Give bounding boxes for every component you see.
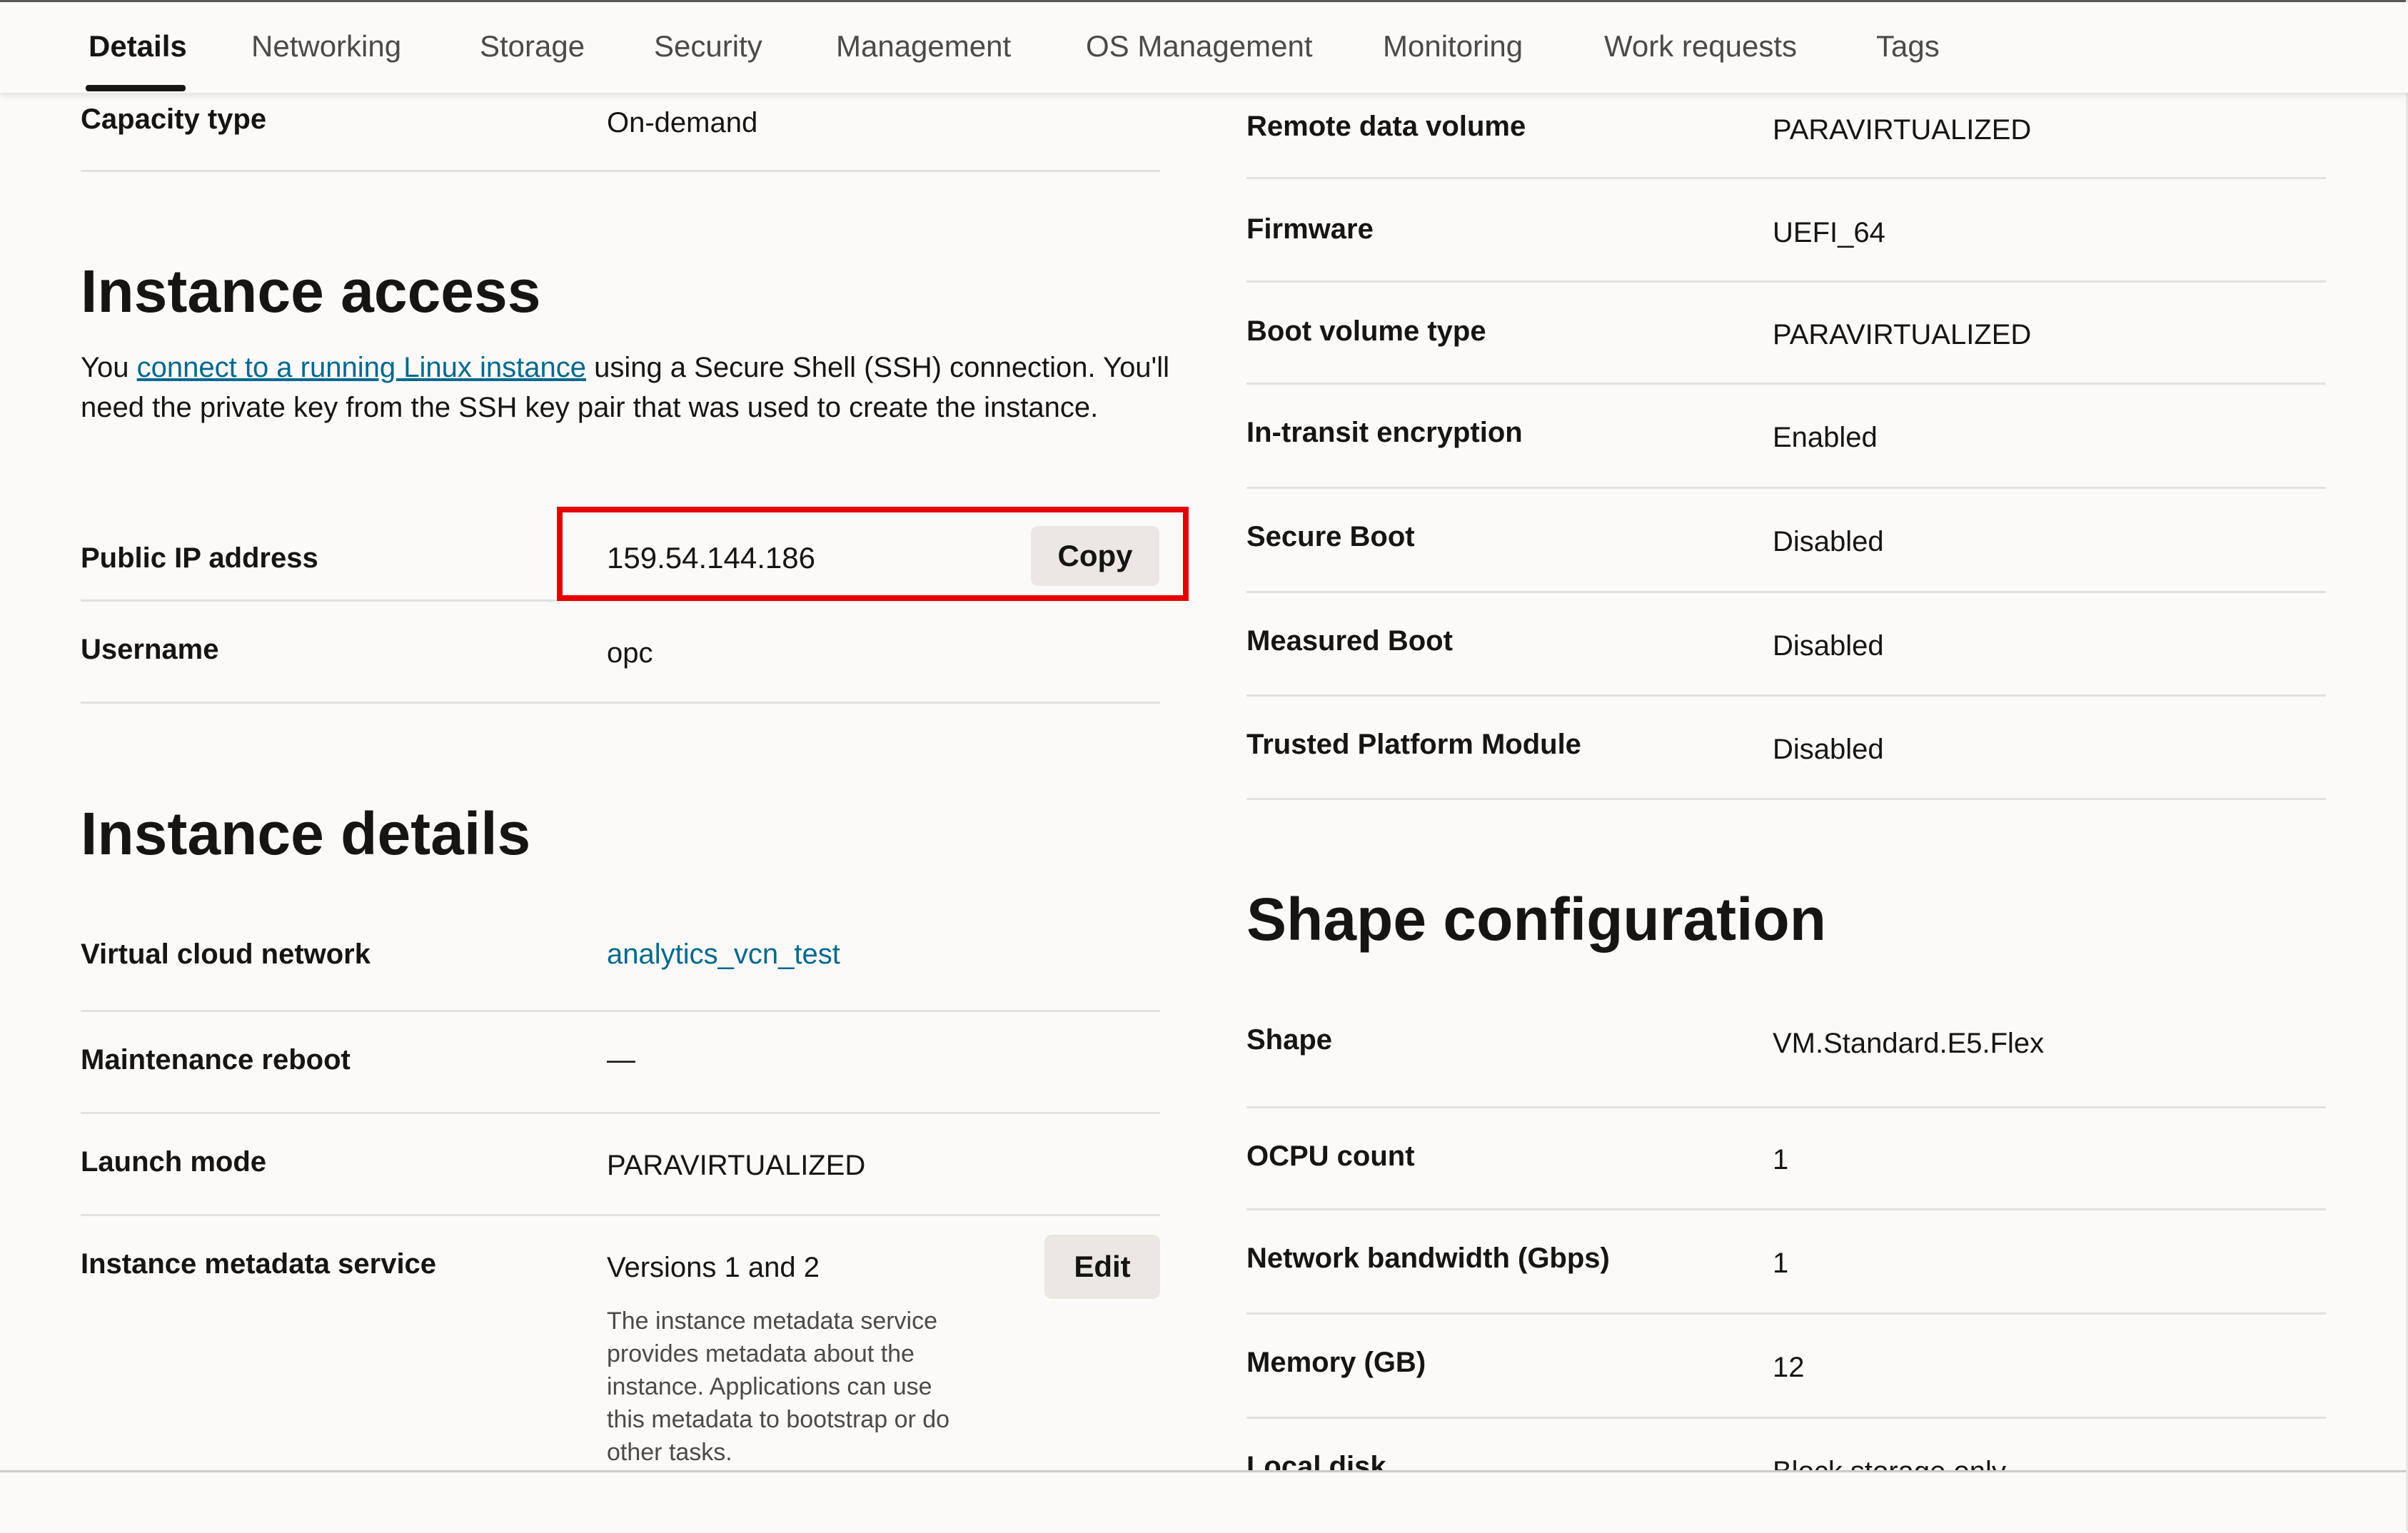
username-row: Username opc [81, 602, 1160, 704]
tab-management[interactable]: Management [836, 29, 1011, 64]
tab-security[interactable]: Security [654, 29, 762, 64]
public-ip-label: Public IP address [81, 542, 318, 574]
tab-storage[interactable]: Storage [480, 29, 585, 64]
launch-mode-row: Launch mode PARAVIRTUALIZED [81, 1114, 1160, 1216]
instance-access-description: You connect to a running Linux instance … [81, 348, 1180, 427]
remote-data-volume-row: Remote data volume PARAVIRTUALIZED [1246, 93, 2326, 179]
metadata-service-value: Versions 1 and 2 [607, 1252, 820, 1283]
boot-volume-type-value: PARAVIRTUALIZED [1773, 319, 2032, 350]
maintenance-reboot-value: — [607, 1044, 635, 1076]
active-tab-indicator [86, 85, 186, 91]
tab-details[interactable]: Details [89, 29, 187, 64]
network-bandwidth-row: Network bandwidth (Gbps) 1 [1246, 1210, 2326, 1315]
firmware-value: UEFI_64 [1773, 217, 1885, 248]
measured-boot-value: Disabled [1773, 630, 1884, 662]
memory-value: 12 [1773, 1352, 1805, 1383]
remote-data-volume-label: Remote data volume [1246, 111, 1526, 142]
edit-metadata-service-button[interactable]: Edit [1044, 1235, 1160, 1299]
launch-mode-value: PARAVIRTUALIZED [607, 1150, 866, 1181]
capacity-type-row: Capacity type On-demand [81, 93, 1160, 172]
memory-row: Memory (GB) 12 [1246, 1315, 2326, 1419]
tab-bar: Details Networking Storage Security Mana… [0, 2, 2408, 93]
copy-ip-button[interactable]: Copy [1031, 526, 1159, 586]
ocpu-count-label: OCPU count [1246, 1140, 1415, 1172]
measured-boot-row: Measured Boot Disabled [1246, 593, 2326, 697]
maintenance-reboot-row: Maintenance reboot — [81, 1012, 1160, 1114]
firmware-label: Firmware [1246, 213, 1374, 245]
remote-data-volume-value: PARAVIRTUALIZED [1773, 114, 2032, 146]
measured-boot-label: Measured Boot [1246, 625, 1453, 657]
metadata-service-label: Instance metadata service [81, 1248, 437, 1280]
in-transit-encryption-row: In-transit encryption Enabled [1246, 385, 2326, 489]
tab-tags[interactable]: Tags [1876, 29, 1940, 64]
memory-label: Memory (GB) [1246, 1347, 1426, 1378]
instance-details-heading: Instance details [81, 800, 531, 867]
local-disk-row: Local disk Block storage only [1246, 1419, 2326, 1470]
network-bandwidth-value: 1 [1773, 1248, 1789, 1279]
tab-work-requests[interactable]: Work requests [1604, 29, 1797, 64]
details-content: Capacity type On-demand Instance access … [0, 93, 2408, 1470]
tab-os-management[interactable]: OS Management [1086, 29, 1313, 64]
secure-boot-row: Secure Boot Disabled [1246, 489, 2326, 593]
trusted-platform-module-label: Trusted Platform Module [1246, 729, 1581, 760]
ocpu-count-value: 1 [1773, 1144, 1789, 1175]
metadata-service-description: The instance metadata service provides m… [607, 1307, 950, 1466]
ocpu-count-row: OCPU count 1 [1246, 1108, 2326, 1210]
instance-access-heading: Instance access [81, 258, 541, 325]
footer-bar [0, 1470, 2408, 1533]
vcn-link[interactable]: analytics_vcn_test [607, 938, 840, 971]
in-transit-encryption-label: In-transit encryption [1246, 417, 1523, 448]
local-disk-value: Block storage only [1773, 1456, 2006, 1470]
shape-row: Shape VM.Standard.E5.Flex [1246, 996, 2326, 1108]
secure-boot-value: Disabled [1773, 526, 1884, 557]
capacity-type-value: On-demand [607, 107, 758, 138]
maintenance-reboot-label: Maintenance reboot [81, 1044, 351, 1076]
username-label: Username [81, 634, 219, 665]
public-ip-value[interactable]: 159.54.144.186 [607, 541, 815, 575]
in-transit-encryption-value: Enabled [1773, 422, 1878, 453]
shape-configuration-heading: Shape configuration [1246, 886, 1827, 953]
description-text-before: You [81, 352, 137, 383]
local-disk-label: Local disk [1246, 1451, 1386, 1470]
connect-linux-instance-link[interactable]: connect to a running Linux instance [137, 352, 586, 383]
firmware-row: Firmware UEFI_64 [1246, 179, 2326, 283]
boot-volume-type-row: Boot volume type PARAVIRTUALIZED [1246, 283, 2326, 385]
secure-boot-label: Secure Boot [1246, 521, 1415, 552]
vcn-row: Virtual cloud network analytics_vcn_test [81, 914, 1160, 1012]
shape-value: VM.Standard.E5.Flex [1773, 1028, 2045, 1059]
username-value: opc [607, 637, 653, 669]
tab-networking[interactable]: Networking [251, 29, 401, 64]
shape-label: Shape [1246, 1024, 1333, 1056]
trusted-platform-module-row: Trusted Platform Module Disabled [1246, 697, 2326, 800]
launch-mode-label: Launch mode [81, 1146, 267, 1178]
capacity-type-label: Capacity type [81, 103, 267, 135]
boot-volume-type-label: Boot volume type [1246, 315, 1486, 347]
trusted-platform-module-value: Disabled [1773, 734, 1884, 765]
tab-monitoring[interactable]: Monitoring [1383, 29, 1523, 64]
vcn-label: Virtual cloud network [81, 938, 371, 970]
network-bandwidth-label: Network bandwidth (Gbps) [1246, 1243, 1610, 1274]
